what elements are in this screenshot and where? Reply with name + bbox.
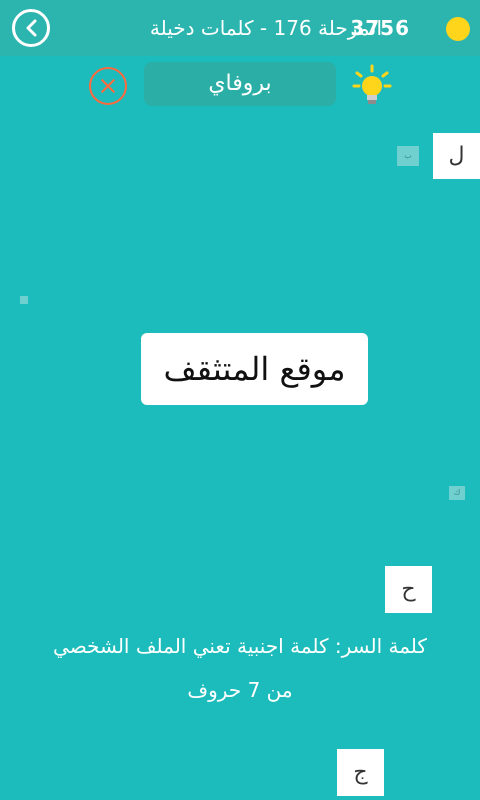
question-text: كلمة السر: كلمة اجنبية تعني الملف الشخصي…: [0, 624, 480, 712]
coin-count: 3756: [350, 16, 410, 40]
question-line: من 7 حروف: [187, 678, 293, 702]
back-button[interactable]: [12, 9, 50, 47]
letter-tile[interactable]: ح: [385, 566, 432, 613]
top-bar: المرحلة 176 - كلمات دخيلة 3756: [0, 0, 480, 56]
letter-tile-small[interactable]: ك: [449, 486, 465, 500]
clear-answer-button[interactable]: [89, 67, 127, 105]
letter-tile[interactable]: ج: [337, 749, 384, 796]
level-title: المرحلة 176 - كلمات دخيلة: [149, 16, 382, 40]
letter-tile[interactable]: ل: [433, 133, 480, 179]
answer-field[interactable]: بروفاي: [144, 62, 336, 106]
hint-button[interactable]: [352, 64, 392, 112]
letter-tile-dot[interactable]: [20, 296, 28, 304]
word-card[interactable]: موقع المتثقف: [141, 333, 368, 405]
letter-tile-small[interactable]: ب: [397, 146, 419, 166]
lightbulb-icon: [352, 64, 392, 104]
back-arrow-icon: [26, 19, 37, 37]
question-line: كلمة السر: كلمة اجنبية تعني الملف الشخصي: [53, 634, 427, 658]
coin-icon: [446, 17, 470, 41]
